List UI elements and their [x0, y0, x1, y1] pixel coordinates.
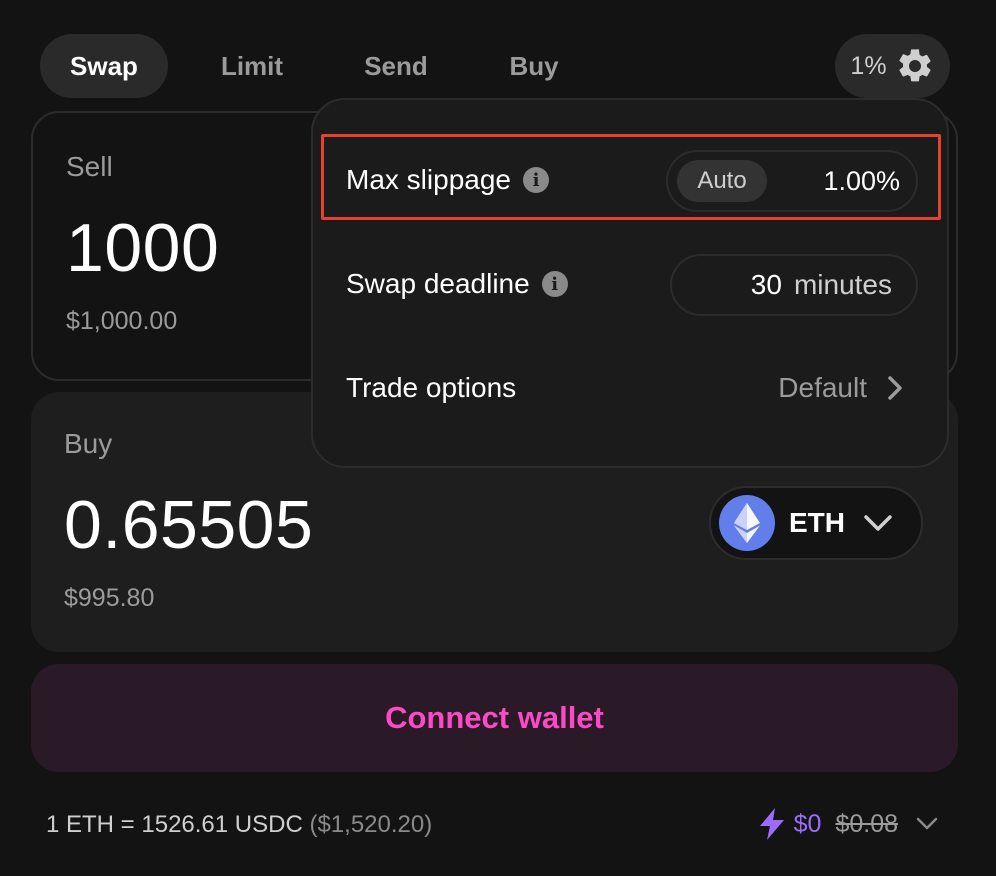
gas-fee: $0: [793, 809, 822, 838]
tab-buy[interactable]: Buy: [490, 34, 578, 98]
swap-deadline-row: Swap deadline i: [346, 268, 568, 300]
settings-slippage-label: 1%: [850, 51, 887, 80]
max-slippage-input[interactable]: Auto 1.00%: [666, 150, 918, 212]
buy-label: Buy: [64, 428, 113, 459]
tab-swap[interactable]: Swap: [40, 34, 168, 98]
sell-amount-input[interactable]: 1000: [66, 209, 219, 287]
token-symbol: ETH: [789, 507, 845, 538]
tab-send[interactable]: Send: [344, 34, 448, 98]
trade-options-button[interactable]: Default: [778, 372, 903, 404]
trade-options-label: Trade options: [346, 372, 517, 403]
gas-fee-original: $0.08: [835, 809, 898, 838]
settings-dropdown: Max slippage i Auto 1.00% Swap deadline …: [311, 98, 949, 468]
sell-usd-value: $1,000.00: [66, 307, 178, 335]
max-slippage-label: Max slippage: [346, 164, 511, 195]
gear-icon: [898, 49, 931, 82]
chevron-right-icon: [888, 376, 902, 400]
buy-usd-value: $995.80: [64, 584, 155, 612]
tab-limit[interactable]: Limit: [200, 34, 304, 98]
swap-deadline-label: Swap deadline: [346, 268, 530, 299]
info-icon[interactable]: i: [522, 167, 549, 193]
trade-options-row[interactable]: Trade options: [346, 372, 516, 404]
slippage-auto-button[interactable]: Auto: [677, 160, 767, 202]
deadline-unit: minutes: [793, 269, 892, 300]
buy-amount-input[interactable]: 0.65505: [64, 486, 313, 564]
swap-deadline-input[interactable]: 30 minutes: [670, 254, 918, 316]
rate-text: 1 ETH = 1526.61 USDC: [46, 811, 303, 838]
trade-options-value: Default: [778, 372, 867, 403]
slippage-value[interactable]: 1.00%: [823, 166, 900, 197]
chevron-down-icon: [864, 515, 892, 531]
swap-app: Swap Limit Send Buy 1% Sell 1000 $1,000.…: [0, 0, 996, 876]
sell-label: Sell: [66, 151, 113, 182]
rate-usd: ($1,520.20): [309, 811, 433, 838]
settings-button[interactable]: 1%: [835, 34, 950, 98]
chevron-down-icon: [916, 817, 938, 830]
max-slippage-row: Max slippage i: [346, 164, 549, 196]
connect-wallet-button[interactable]: Connect wallet: [31, 664, 958, 772]
deadline-value[interactable]: 30: [751, 269, 782, 301]
lightning-icon: [759, 808, 784, 840]
exchange-rate[interactable]: 1 ETH = 1526.61 USDC ($1,520.20): [46, 811, 432, 839]
eth-logo-icon: [719, 495, 775, 551]
buy-token-selector[interactable]: ETH: [709, 486, 923, 560]
gas-fee-toggle[interactable]: $0 $0.08: [758, 808, 938, 840]
info-icon[interactable]: i: [541, 271, 568, 297]
